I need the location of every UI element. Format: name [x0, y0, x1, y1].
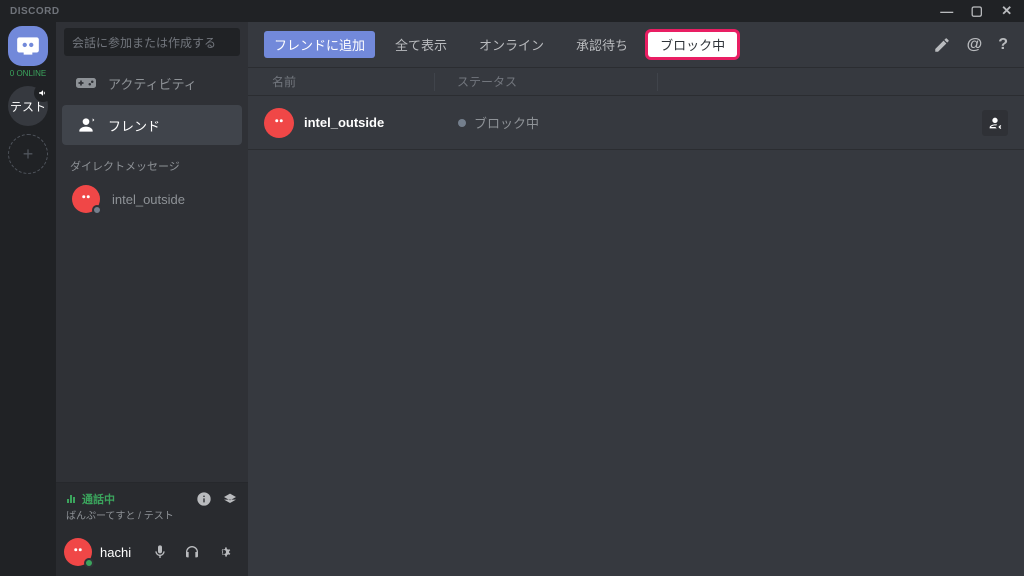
table-row[interactable]: intel_outside ブロック中: [248, 96, 1024, 150]
gamepad-icon: [76, 73, 96, 93]
dm-item-intel-outside[interactable]: intel_outside: [62, 179, 242, 219]
help-question-icon[interactable]: ?: [998, 36, 1008, 54]
add-friend-button[interactable]: フレンドに追加: [264, 31, 375, 58]
deafen-headphones-icon[interactable]: [184, 544, 208, 560]
disconnect-icon[interactable]: [222, 491, 238, 507]
window-close[interactable]: ✕: [994, 0, 1020, 22]
avatar: [264, 108, 294, 138]
avatar[interactable]: [64, 538, 92, 566]
avatar: [72, 185, 100, 213]
server-item-test[interactable]: テスト: [8, 86, 48, 126]
row-name: intel_outside: [304, 115, 384, 130]
unblock-user-button[interactable]: [982, 110, 1008, 136]
sidebar-item-label: フレンド: [108, 116, 160, 135]
friends-table-header: 名前 ステータス: [248, 68, 1024, 96]
sidebar-item-friends[interactable]: フレンド: [62, 105, 242, 145]
conversation-search-input[interactable]: 会話に参加または作成する: [64, 28, 240, 56]
tab-pending[interactable]: 承認待ち: [564, 31, 640, 58]
mute-mic-icon[interactable]: [152, 544, 176, 560]
speaker-badge-icon: [34, 84, 52, 102]
dm-header: ダイレクトメッセージ: [56, 146, 248, 178]
voice-state-sub: ばんぷーてすと / テスト: [66, 507, 174, 522]
status-dot-blocked-icon: [458, 119, 466, 127]
col-header-name: 名前: [264, 73, 434, 90]
tab-blocked[interactable]: ブロック中: [648, 32, 737, 57]
voice-connection-panel: 通話中 ばんぷーてすと / テスト: [56, 482, 248, 528]
dm-item-name: intel_outside: [112, 192, 185, 207]
app-title: DISCORD: [10, 6, 60, 17]
user-panel: hachi: [56, 528, 248, 576]
current-user-name: hachi: [100, 545, 144, 560]
info-icon[interactable]: [196, 491, 212, 507]
status-dot-offline-icon: [92, 205, 102, 215]
sidebar-item-label: アクティビティ: [108, 74, 197, 93]
search-placeholder: 会話に参加または作成する: [72, 34, 216, 51]
mentions-at-icon[interactable]: @: [967, 36, 983, 54]
friends-header: フレンドに追加 全て表示 オンライン 承認待ち ブロック中 @ ?: [248, 22, 1024, 68]
window-maximize[interactable]: ▢: [964, 0, 990, 22]
row-status: ブロック中: [474, 113, 539, 132]
window-titlebar: DISCORD — ▢ ✕: [0, 0, 1024, 22]
new-message-icon[interactable]: [933, 36, 951, 54]
home-server-icon[interactable]: [8, 26, 48, 66]
settings-gear-icon[interactable]: [216, 544, 240, 560]
add-server-button[interactable]: +: [8, 134, 48, 174]
online-count-label: 0 ONLINE: [10, 70, 46, 78]
person-wave-icon: [76, 115, 96, 135]
window-minimize[interactable]: —: [934, 0, 960, 22]
col-header-status: ステータス: [457, 73, 657, 90]
status-dot-online-icon: [84, 558, 94, 568]
sidebar-item-activity[interactable]: アクティビティ: [62, 63, 242, 103]
signal-icon: [66, 493, 78, 505]
tab-online[interactable]: オンライン: [467, 31, 556, 58]
tab-all[interactable]: 全て表示: [383, 31, 459, 58]
server-rail: 0 ONLINE テスト +: [0, 22, 56, 576]
channel-sidebar: 会話に参加または作成する アクティビティ フレンド ダイレクトメッセージ: [56, 22, 248, 576]
voice-state-label: 通話中: [82, 491, 115, 507]
main-content: フレンドに追加 全て表示 オンライン 承認待ち ブロック中 @ ? 名前 ステー…: [248, 22, 1024, 576]
